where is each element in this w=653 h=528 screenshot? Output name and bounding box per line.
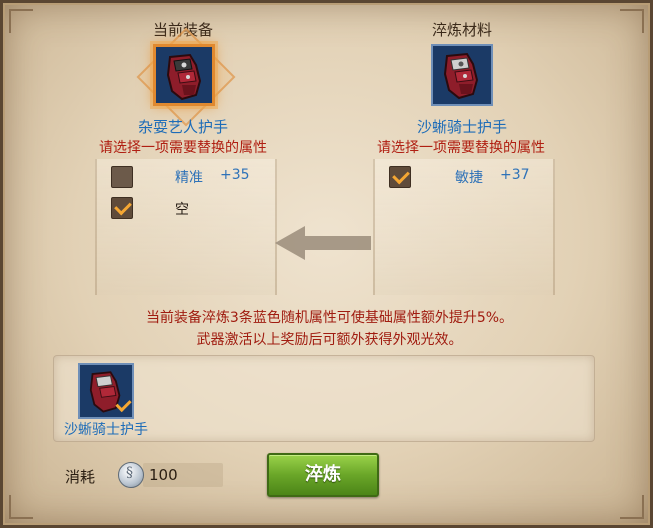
corner-ornament <box>620 495 644 519</box>
attribute-value-precision: +35 <box>220 167 250 183</box>
attribute-name-precision: 精准 <box>175 170 203 186</box>
cost-value: 100 <box>149 466 178 484</box>
attribute-name-empty: 空 <box>175 202 189 218</box>
attribute-checkbox-agility[interactable] <box>389 166 411 188</box>
current-hint: 请选择一项需要替换的属性 <box>99 140 267 156</box>
attribute-name-agility: 敏捷 <box>455 170 483 186</box>
attribute-checkbox-precision[interactable] <box>111 166 133 188</box>
gauntlet-icon <box>156 47 212 103</box>
material-hint: 请选择一项需要替换的属性 <box>377 140 545 156</box>
refine-panel: 当前装备 杂耍艺人护手 请选择一项需要替换的属性 淬炼材料 沙蜥骑士护手 请选择… <box>0 0 653 528</box>
material-slot[interactable] <box>431 44 493 106</box>
current-equipment-slot[interactable] <box>153 44 215 106</box>
selected-material-name: 沙蜥骑士护手 <box>64 422 148 438</box>
attribute-value-agility: +37 <box>500 167 530 183</box>
refine-button[interactable]: 淬炼 <box>267 453 379 497</box>
current-item-name: 杂耍艺人护手 <box>137 118 228 136</box>
info-line-2: 武器激活以上奖励后可额外获得外观光效。 <box>196 332 463 348</box>
selected-material-slot[interactable] <box>78 363 134 419</box>
corner-ornament <box>620 9 644 33</box>
attribute-checkbox-empty[interactable] <box>111 197 133 219</box>
info-line-1: 当前装备淬炼3条蓝色随机属性可使基础属性额外提升5%。 <box>145 310 514 326</box>
corner-ornament <box>9 9 33 33</box>
checkmark-icon <box>392 166 410 185</box>
silver-coin-icon <box>118 462 144 488</box>
material-item-name: 沙蜥骑士护手 <box>416 118 507 136</box>
arrow-left-icon <box>275 226 371 260</box>
gauntlet-icon <box>433 46 491 104</box>
checkmark-icon <box>114 197 132 216</box>
cost-label: 消耗 <box>65 468 96 486</box>
corner-ornament <box>9 495 33 519</box>
material-title: 淬炼材料 <box>431 21 492 39</box>
